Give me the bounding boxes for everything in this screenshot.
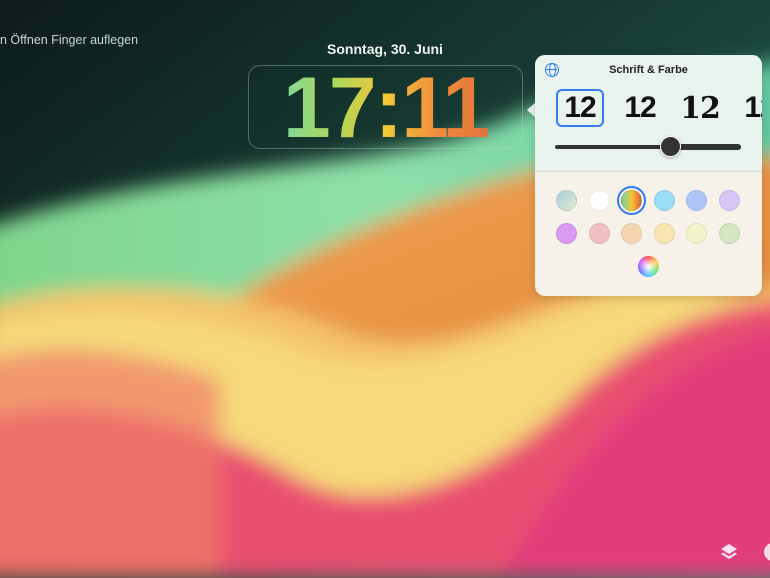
font-options: 12 12 12 12	[556, 89, 762, 127]
color-swatch[interactable]	[588, 190, 610, 211]
color-swatch[interactable]	[556, 190, 577, 211]
clock-widget[interactable]: 17:11	[248, 60, 523, 156]
font-weight-slider[interactable]	[555, 136, 741, 157]
font-color-panel: Schrift & Farbe 12 12 12 12	[535, 55, 762, 296]
font-option[interactable]: 12	[676, 89, 724, 127]
color-swatch[interactable]	[556, 223, 577, 244]
slider-knob[interactable]	[660, 136, 682, 157]
panel-title: Schrift & Farbe	[609, 64, 688, 76]
font-option[interactable]: 12	[736, 89, 762, 127]
color-swatch[interactable]	[653, 223, 675, 244]
font-option[interactable]: 12	[616, 89, 664, 127]
color-wheel-button[interactable]	[638, 256, 659, 277]
lockscreen-time: 17:11	[249, 60, 522, 156]
color-swatch[interactable]	[718, 223, 740, 244]
lockscreen-date[interactable]: Sonntag, 30. Juni	[300, 41, 470, 57]
color-swatch[interactable]	[653, 190, 675, 211]
slider-track-right	[671, 144, 741, 150]
color-swatch[interactable]	[621, 223, 643, 244]
color-swatch[interactable]	[617, 186, 647, 215]
font-option[interactable]: 12	[556, 89, 604, 127]
layers-icon[interactable]	[720, 543, 738, 561]
color-swatch[interactable]	[718, 190, 740, 211]
color-swatch[interactable]	[686, 190, 708, 211]
color-swatches	[556, 186, 740, 244]
color-swatch[interactable]	[686, 223, 708, 244]
color-swatch[interactable]	[588, 223, 610, 244]
unlock-hint: n Öffnen Finger auflegen	[0, 33, 139, 47]
